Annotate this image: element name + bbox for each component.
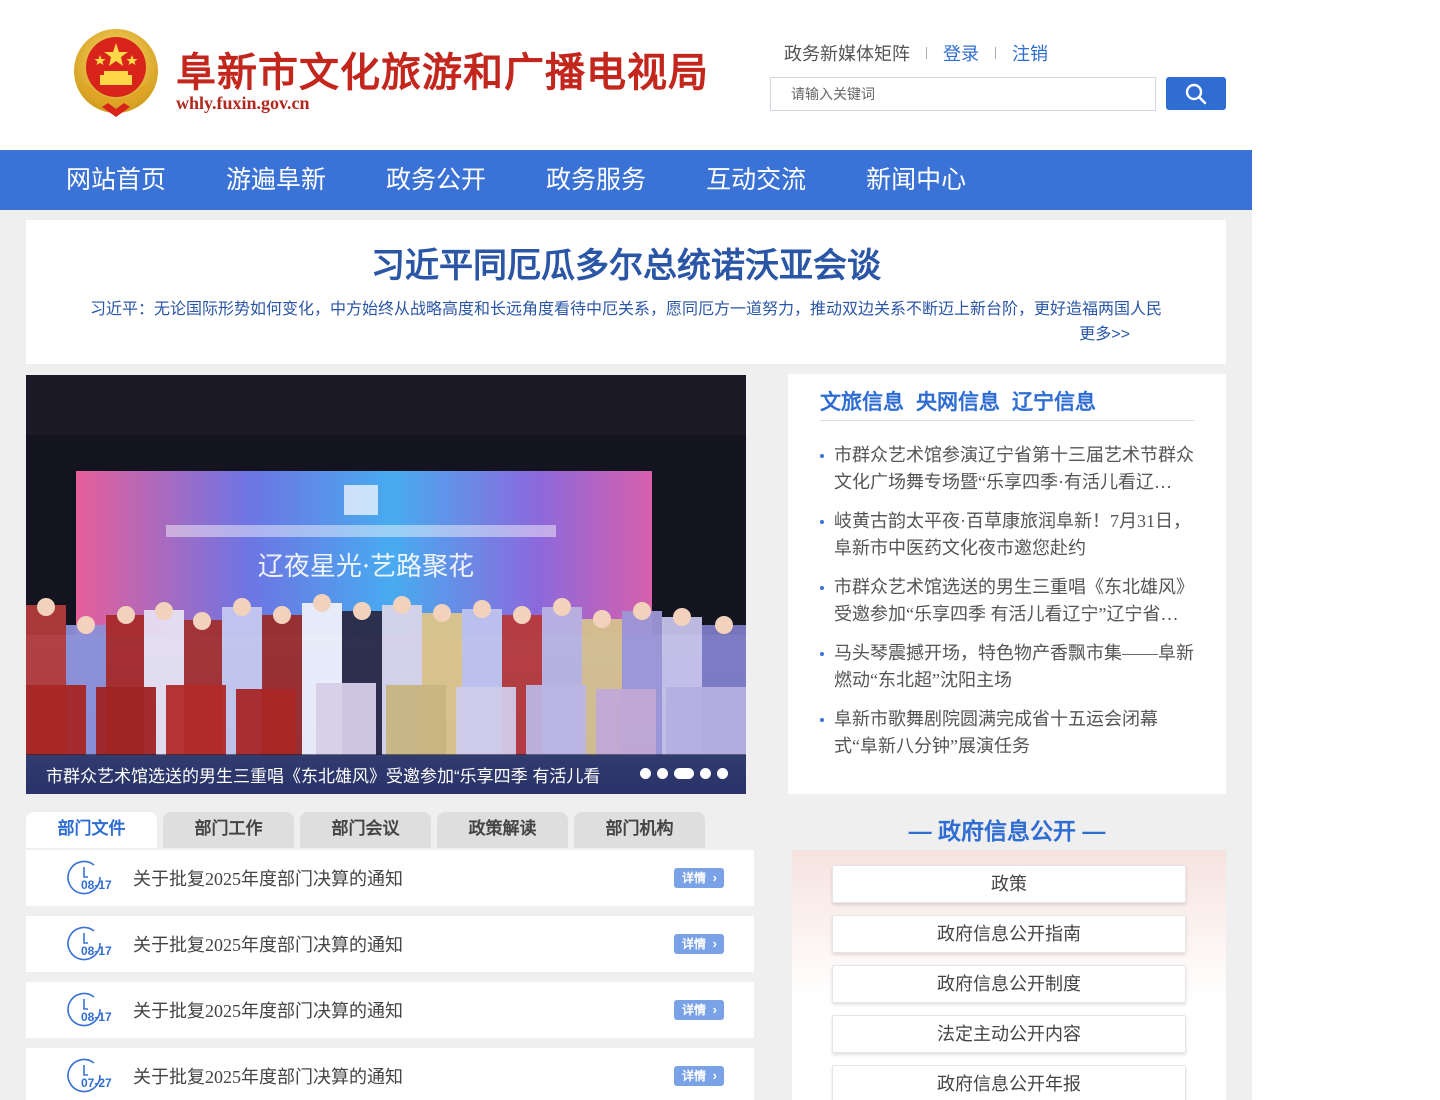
search-box — [770, 77, 1156, 111]
slide-dot-5[interactable] — [717, 768, 728, 779]
detail-label: 详情 — [682, 1003, 707, 1017]
doc-title[interactable]: 关于批复2025年度部门决算的通知 — [133, 997, 403, 1023]
gov-info-panel: 政策 政府信息公开指南 政府信息公开制度 法定主动公开内容 政府信息公开年报 — [792, 850, 1226, 1100]
slide-caption-bar: 市群众艺术馆选送的男生三重唱《东北雄风》受邀参加“乐享四季 有活儿看 — [26, 754, 746, 794]
divider — [926, 47, 927, 59]
news-item-title: 岐黄古韵太平夜·百草康旅润阜新！7月31日，阜新市中医药文化夜市邀您赴约 — [834, 511, 1191, 558]
tab-policy-interpretation[interactable]: 政策解读 — [437, 812, 568, 848]
tab-liaoning-news[interactable]: 辽宁信息 — [1012, 386, 1096, 416]
doc-row[interactable]: 08-17 关于批复2025年度部门决算的通知 详情 › — [26, 982, 754, 1038]
news-item[interactable]: 阜新市歌舞剧院圆满完成省十五运会闭幕式“阜新八分钟”展演任务 — [820, 706, 1196, 772]
news-item[interactable]: 岐黄古韵太平夜·百草康旅润阜新！7月31日，阜新市中医药文化夜市邀您赴约 — [820, 508, 1196, 574]
slide-dot-3[interactable] — [674, 768, 694, 779]
divider — [995, 47, 996, 59]
site-title: 阜新市文化旅游和广播电视局 — [176, 49, 709, 96]
national-emblem-logo — [74, 29, 158, 117]
doc-title[interactable]: 关于批复2025年度部门决算的通知 — [133, 1063, 403, 1089]
slide-dot-1[interactable] — [640, 768, 651, 779]
doc-title[interactable]: 关于批复2025年度部门决算的通知 — [133, 865, 403, 891]
doc-date: 08-17 — [66, 925, 112, 961]
stage-banner-text: 辽夜星光·艺路聚花 — [258, 552, 474, 582]
photo-slideshow[interactable]: 辽夜星光·艺路聚花 市群众艺术馆选送的男生三重唱《东北雄风》受邀参加“乐享四季 … — [26, 375, 746, 794]
detail-label: 详情 — [682, 871, 707, 885]
gov-btn-annual-report[interactable]: 政府信息公开年报 — [832, 1065, 1186, 1100]
news-item[interactable]: 市群众艺术馆参演辽宁省第十三届艺术节群众文化广场舞专场暨“乐享四季·有活儿看辽宁… — [820, 442, 1196, 508]
slide-caption[interactable]: 市群众艺术馆选送的男生三重唱《东北雄风》受邀参加“乐享四季 有活儿看 — [46, 762, 600, 787]
doc-date: 08-17 — [66, 859, 112, 895]
gov-btn-guide[interactable]: 政府信息公开指南 — [832, 915, 1186, 953]
detail-button[interactable]: 详情 › — [674, 934, 724, 954]
search-input[interactable] — [771, 78, 1155, 110]
nav-item-interaction[interactable]: 互动交流 — [676, 150, 836, 210]
media-matrix-link[interactable]: 政务新媒体矩阵 — [784, 40, 910, 66]
news-item[interactable]: 马头琴震撼开场，特色物产香飘市集——阜新燃动“东北超”沈阳主场 — [820, 640, 1196, 706]
logout-link[interactable]: 注销 — [1012, 40, 1048, 66]
detail-button[interactable]: 详情 › — [674, 1066, 724, 1086]
chevron-right-icon: › — [712, 870, 717, 885]
tab-dept-work[interactable]: 部门工作 — [163, 812, 294, 848]
headline-title[interactable]: 习近平同厄瓜多尔总统诺沃亚会谈 — [26, 238, 1226, 287]
news-list: 市群众艺术馆参演辽宁省第十三届艺术节群众文化广场舞专场暨“乐享四季·有活儿看辽宁… — [820, 442, 1196, 772]
slide-dots — [640, 768, 728, 779]
doc-row[interactable]: 08-17 关于批复2025年度部门决算的通知 详情 › — [26, 916, 754, 972]
news-item-title: 市群众艺术馆选送的男生三重唱《东北雄风》受邀参加“乐享四季 有活儿看辽宁”辽宁省… — [834, 577, 1194, 624]
main-nav: 网站首页 游遍阜新 政务公开 政务服务 互动交流 新闻中心 — [0, 150, 1252, 210]
detail-label: 详情 — [682, 1069, 707, 1083]
doc-date: 07-27 — [66, 1057, 112, 1093]
header: 阜新市文化旅游和广播电视局 whly.fuxin.gov.cn 政务新媒体矩阵 … — [0, 0, 1252, 150]
doc-title[interactable]: 关于批复2025年度部门决算的通知 — [133, 931, 403, 957]
search-icon — [1185, 83, 1207, 104]
chevron-right-icon: › — [712, 1068, 717, 1083]
tab-dept-organization[interactable]: 部门机构 — [574, 812, 705, 848]
doc-date-text: 08-17 — [81, 944, 112, 958]
tab-central-news[interactable]: 央网信息 — [916, 386, 1000, 416]
doc-date: 08-17 — [66, 991, 112, 1027]
chevron-right-icon: › — [712, 1002, 717, 1017]
gov-info-title: — 政府信息公开 — — [908, 818, 1106, 844]
site-domain: whly.fuxin.gov.cn — [176, 93, 310, 113]
news-item-title: 阜新市歌舞剧院圆满完成省十五运会闭幕式“阜新八分钟”展演任务 — [834, 709, 1158, 756]
doc-date-text: 08-17 — [81, 1010, 112, 1024]
nav-item-public-affairs[interactable]: 政务公开 — [356, 150, 516, 210]
nav-item-services[interactable]: 政务服务 — [516, 150, 676, 210]
headline-panel: 习近平同厄瓜多尔总统诺沃亚会谈 习近平：无论国际形势如何变化，中方始终从战略高度… — [26, 220, 1226, 364]
tab-dept-documents[interactable]: 部门文件 — [26, 812, 157, 848]
news-item-title: 市群众艺术馆参演辽宁省第十三届艺术节群众文化广场舞专场暨“乐享四季·有活儿看辽宁… — [834, 445, 1194, 492]
doc-date-text: 07-27 — [81, 1076, 112, 1090]
doc-tabs: 部门文件 部门工作 部门会议 政策解读 部门机构 — [26, 812, 705, 848]
news-item-title: 马头琴震撼开场，特色物产香飘市集——阜新燃动“东北超”沈阳主场 — [834, 643, 1194, 690]
doc-row[interactable]: 07-27 关于批复2025年度部门决算的通知 详情 › — [26, 1048, 754, 1100]
tab-dept-meetings[interactable]: 部门会议 — [300, 812, 431, 848]
top-links: 政务新媒体矩阵 登录 注销 — [784, 40, 1048, 66]
headline-more-link[interactable]: 更多>> — [1079, 320, 1130, 344]
slide-dot-4[interactable] — [700, 768, 711, 779]
headline-subtitle[interactable]: 习近平：无论国际形势如何变化，中方始终从战略高度和长远角度看待中厄关系，愿同厄方… — [90, 295, 1170, 319]
tab-culture-tourism-news[interactable]: 文旅信息 — [820, 386, 904, 416]
nav-item-travel[interactable]: 游遍阜新 — [196, 150, 356, 210]
gov-btn-statutory-content[interactable]: 法定主动公开内容 — [832, 1015, 1186, 1053]
news-panel: 文旅信息 央网信息 辽宁信息 市群众艺术馆参演辽宁省第十三届艺术节群众文化广场舞… — [788, 374, 1226, 794]
gov-btn-system[interactable]: 政府信息公开制度 — [832, 965, 1186, 1003]
news-tabs: 文旅信息 央网信息 辽宁信息 — [820, 386, 1096, 416]
detail-button[interactable]: 详情 › — [674, 1000, 724, 1020]
login-link[interactable]: 登录 — [943, 40, 979, 66]
gov-btn-policy[interactable]: 政策 — [832, 865, 1186, 903]
slide-photo: 辽夜星光·艺路聚花 — [26, 375, 746, 794]
doc-row[interactable]: 08-17 关于批复2025年度部门决算的通知 详情 › — [26, 850, 754, 906]
nav-item-news[interactable]: 新闻中心 — [836, 150, 996, 210]
chevron-right-icon: › — [712, 936, 717, 951]
detail-label: 详情 — [682, 937, 707, 951]
detail-button[interactable]: 详情 › — [674, 868, 724, 888]
news-item[interactable]: 市群众艺术馆选送的男生三重唱《东北雄风》受邀参加“乐享四季 有活儿看辽宁”辽宁省… — [820, 574, 1196, 640]
slide-dot-2[interactable] — [657, 768, 668, 779]
divider — [820, 420, 1194, 421]
nav-item-home[interactable]: 网站首页 — [36, 150, 196, 210]
search-button[interactable] — [1166, 77, 1226, 110]
doc-date-text: 08-17 — [81, 878, 112, 892]
